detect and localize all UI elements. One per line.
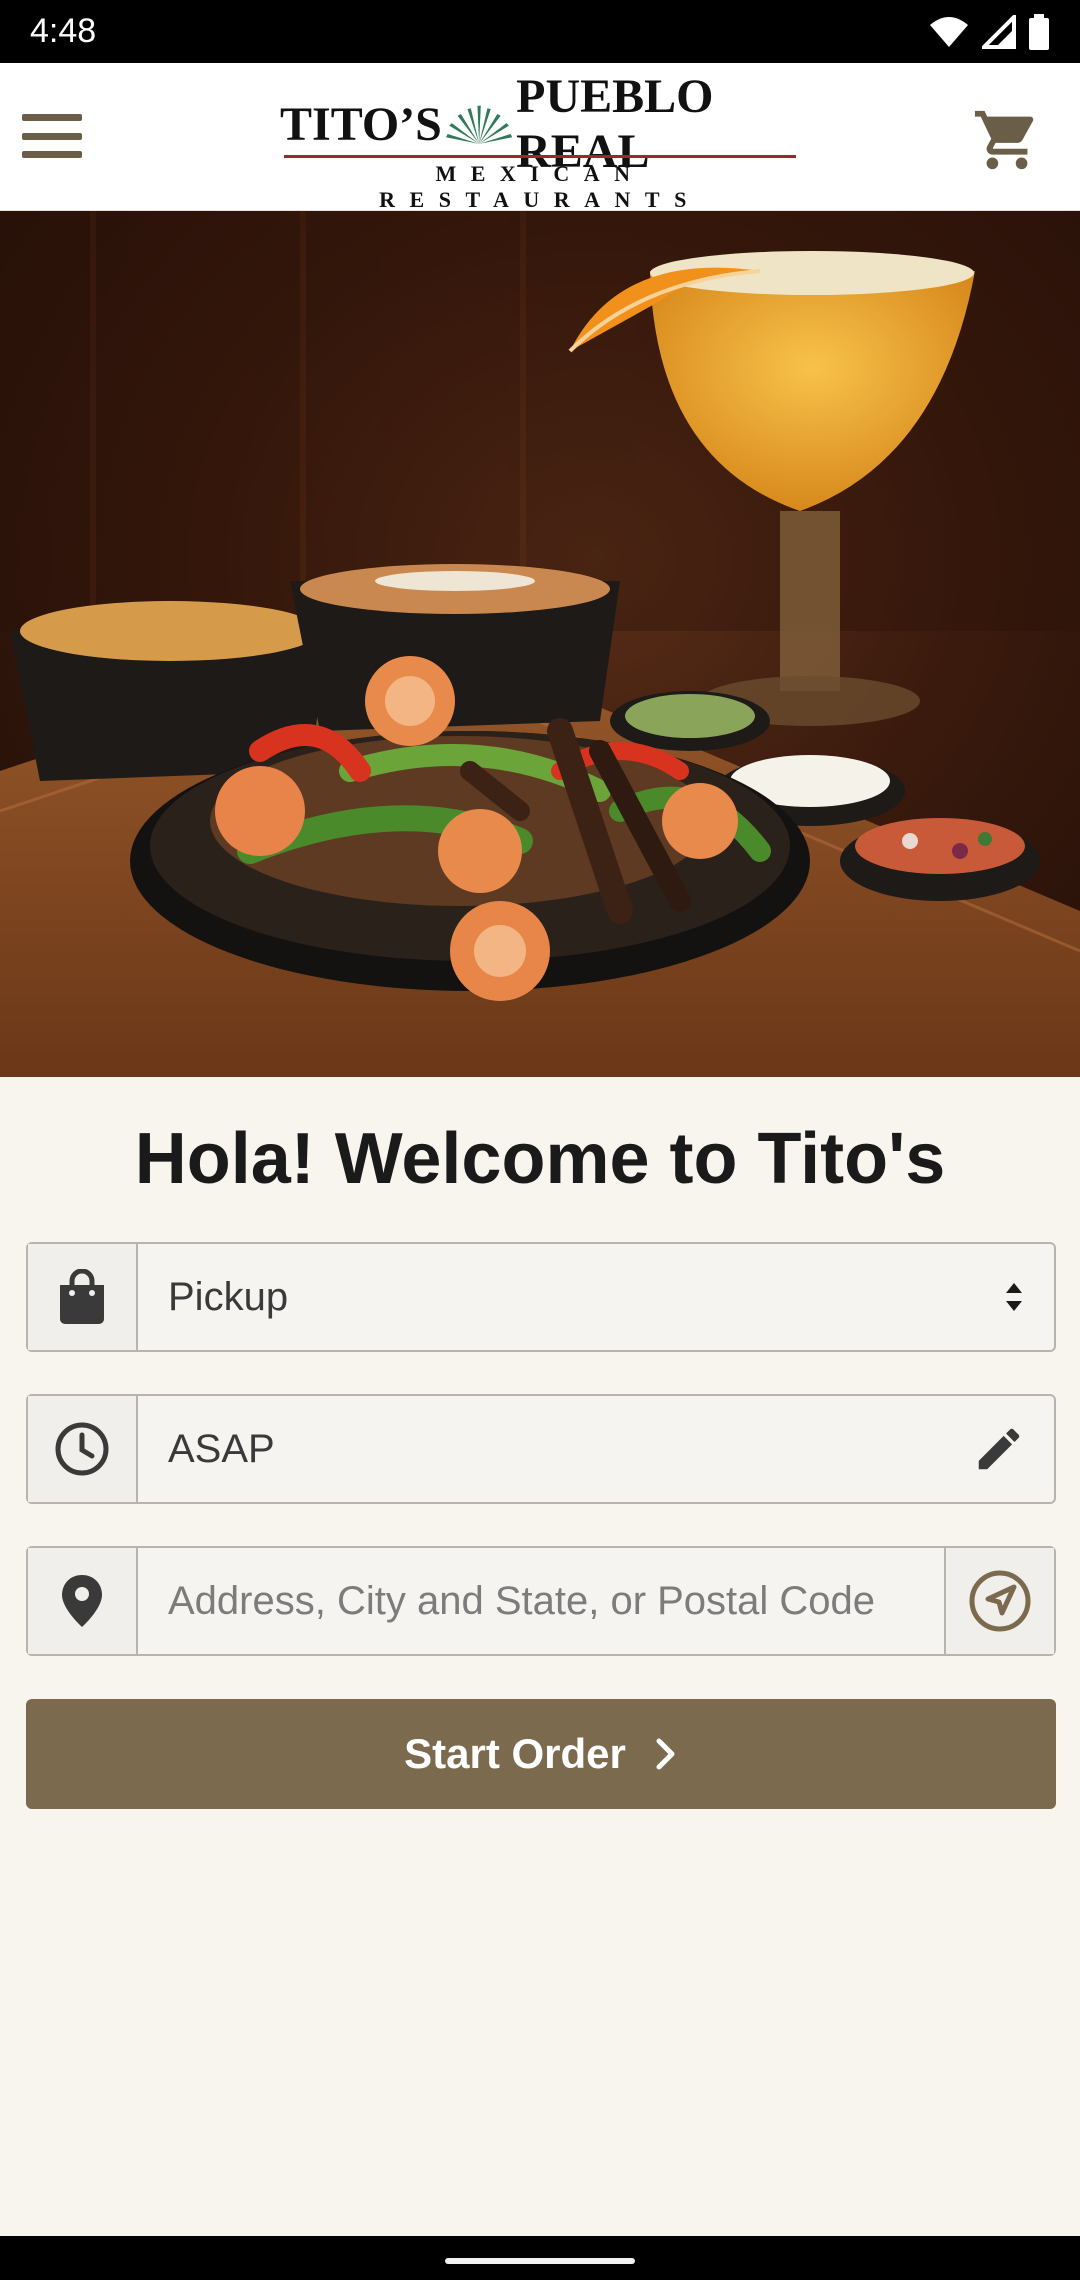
menu-bar xyxy=(22,151,82,158)
map-pin-icon xyxy=(62,1575,102,1627)
system-nav-bar xyxy=(0,2236,1080,2280)
menu-bar xyxy=(22,132,82,140)
home-gesture-handle[interactable] xyxy=(445,2258,635,2264)
navigation-arrow-icon[interactable] xyxy=(944,1548,1054,1654)
status-icons xyxy=(928,13,1050,50)
app-header: TITO’S PUEBLO REAL MEXICAN RESTAURANTS xyxy=(0,63,1080,212)
signal-icon xyxy=(982,14,1016,49)
clock-icon xyxy=(55,1422,109,1476)
start-order-label: Start Order xyxy=(404,1730,626,1777)
address-field xyxy=(26,1546,1056,1656)
logo-title-part1: TITO’S xyxy=(280,97,442,151)
status-time: 4:48 xyxy=(30,12,97,50)
logo-subtitle: MEXICAN RESTAURANTS xyxy=(379,161,701,212)
battery-icon xyxy=(1029,13,1049,50)
status-bar: 4:48 xyxy=(0,0,1080,63)
logo-divider xyxy=(284,155,796,158)
fajita-platter-illustration xyxy=(0,211,1080,1077)
shopping-bag-icon xyxy=(60,1269,104,1324)
shopping-cart-icon[interactable] xyxy=(972,105,1042,175)
sort-arrows-icon xyxy=(1002,1279,1026,1315)
hero-food-image xyxy=(0,211,1080,1077)
menu-bar xyxy=(22,114,82,121)
order-time-value-area[interactable]: ASAP xyxy=(138,1396,1054,1502)
order-time-icon-box xyxy=(28,1396,138,1502)
logo-title: TITO’S PUEBLO REAL xyxy=(280,70,800,178)
start-order-button[interactable]: Start Order xyxy=(26,1699,1056,1809)
address-input-area[interactable] xyxy=(138,1548,944,1654)
wifi-icon xyxy=(930,16,968,47)
agave-icon xyxy=(445,105,513,144)
hamburger-menu-icon[interactable] xyxy=(22,108,82,164)
order-type-icon-box xyxy=(28,1244,138,1350)
order-time-field[interactable]: ASAP xyxy=(26,1394,1056,1504)
welcome-title: Hola! Welcome to Tito's xyxy=(134,1119,946,1199)
pencil-edit-icon[interactable] xyxy=(972,1422,1026,1476)
order-time-value: ASAP xyxy=(168,1426,275,1471)
order-type-select[interactable]: Pickup xyxy=(26,1242,1056,1352)
restaurant-logo[interactable]: TITO’S PUEBLO REAL MEXICAN RESTAURANTS xyxy=(280,70,800,212)
order-type-value: Pickup xyxy=(168,1274,289,1319)
chevron-right-icon xyxy=(656,1738,675,1770)
order-type-value-area[interactable]: Pickup xyxy=(138,1244,1054,1350)
address-icon-box xyxy=(28,1548,138,1654)
address-input[interactable] xyxy=(168,1578,914,1624)
